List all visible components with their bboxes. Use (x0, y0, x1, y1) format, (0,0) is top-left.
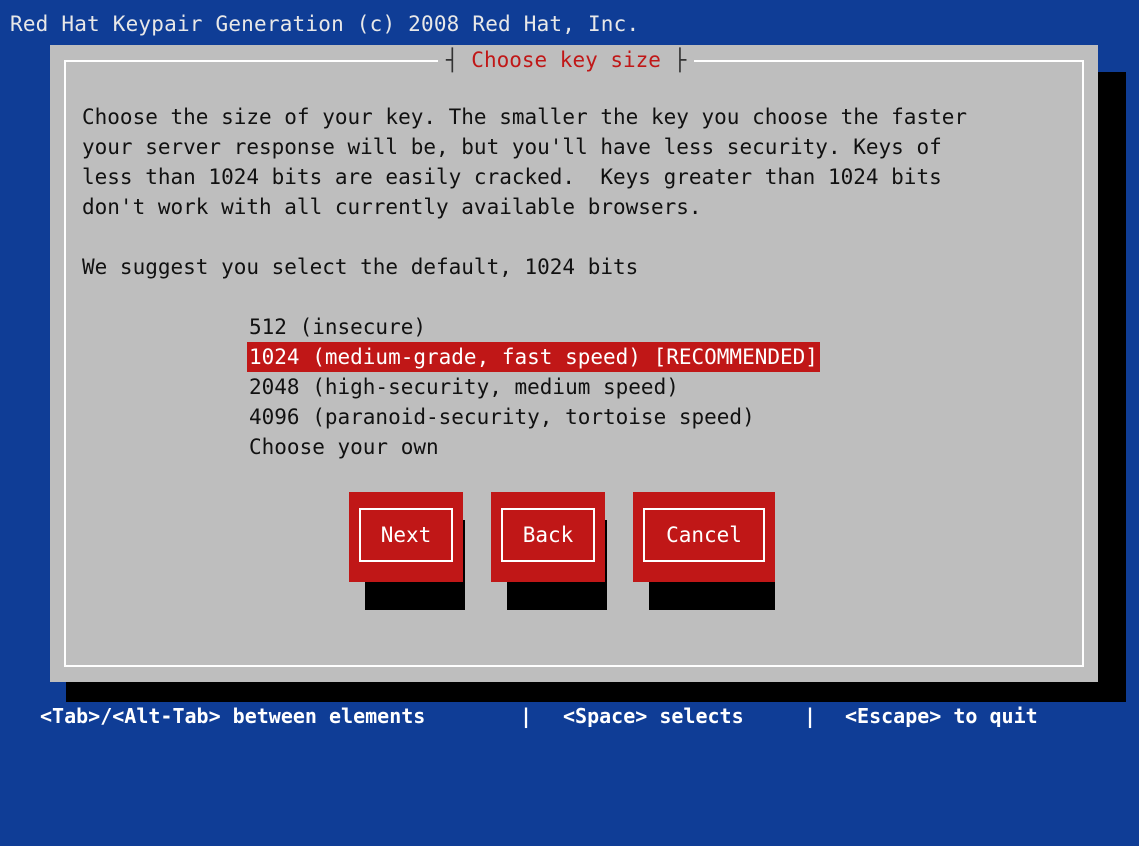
option-row: 4096 (paranoid-security, tortoise speed) (247, 402, 820, 432)
title-left-tick: ┤ (446, 48, 472, 72)
dialog-title: ┤ Choose key size ├ (438, 45, 695, 75)
next-button[interactable]: Next (349, 492, 463, 582)
dialog-description: Choose the size of your key. The smaller… (82, 102, 967, 222)
escape-hint: <Escape> to quit (845, 704, 1038, 728)
dialog-title-text: Choose key size (471, 48, 661, 72)
cancel-button-label: Cancel (643, 508, 765, 562)
help-separator: | (804, 704, 817, 728)
option-512[interactable]: 512 (insecure) (247, 312, 820, 342)
description-line: your server response will be, but you'll… (82, 135, 942, 159)
description-line: don't work with all currently available … (82, 195, 702, 219)
cancel-button[interactable]: Cancel (633, 492, 775, 582)
option-row: Choose your own (247, 432, 820, 462)
option-row: 1024 (medium-grade, fast speed) [RECOMME… (247, 342, 820, 372)
back-button[interactable]: Back (491, 492, 605, 582)
option-1024[interactable]: 1024 (medium-grade, fast speed) [RECOMME… (247, 342, 820, 372)
option-2048[interactable]: 2048 (high-security, medium speed) (247, 372, 820, 402)
tab-hint: <Tab>/<Alt-Tab> between elements (40, 704, 426, 728)
help-separator: | (520, 704, 533, 728)
back-button-label: Back (501, 508, 595, 562)
option-4096[interactable]: 4096 (paranoid-security, tortoise speed) (247, 402, 820, 432)
option-row: 2048 (high-security, medium speed) (247, 372, 820, 402)
title-right-tick: ├ (660, 48, 687, 72)
space-hint: <Space> selects (563, 704, 744, 728)
help-bar: <Tab>/<Alt-Tab> between elements | <Spac… (0, 702, 1139, 731)
description-line: less than 1024 bits are easily cracked. … (82, 165, 942, 189)
suggestion-text: We suggest you select the default, 1024 … (82, 255, 639, 279)
option-custom[interactable]: Choose your own (247, 432, 820, 462)
description-line: Choose the size of your key. The smaller… (82, 105, 968, 129)
key-size-list[interactable]: 512 (insecure) 1024 (medium-grade, fast … (247, 312, 820, 462)
option-row: 512 (insecure) (247, 312, 820, 342)
window-title: Red Hat Keypair Generation (c) 2008 Red … (10, 12, 640, 36)
next-button-label: Next (359, 508, 453, 562)
